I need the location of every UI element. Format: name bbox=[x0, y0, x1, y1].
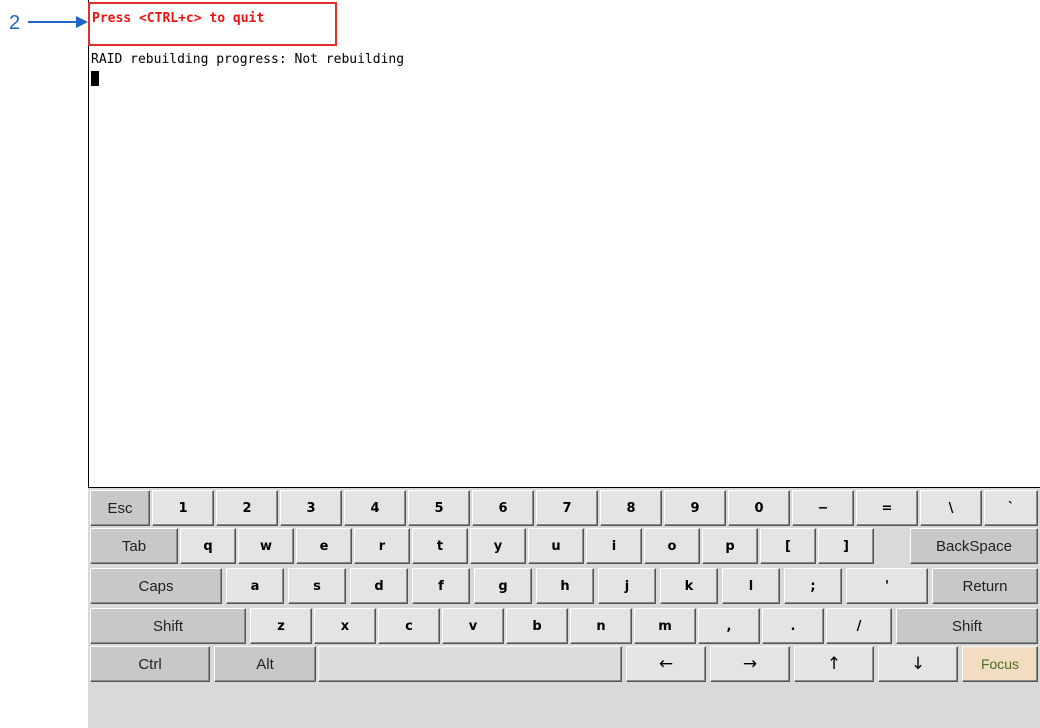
key-j[interactable]: j bbox=[598, 568, 656, 604]
key-ctrl[interactable]: Ctrl bbox=[90, 646, 210, 682]
key-8[interactable]: 8 bbox=[600, 490, 662, 526]
key-c[interactable]: c bbox=[378, 608, 440, 644]
key-d[interactable]: d bbox=[350, 568, 408, 604]
key-4[interactable]: 4 bbox=[344, 490, 406, 526]
key-f[interactable]: f bbox=[412, 568, 470, 604]
key-o[interactable]: o bbox=[644, 528, 700, 564]
terminal-window[interactable] bbox=[88, 0, 1040, 488]
key-up-arrow[interactable]: ↑ bbox=[794, 646, 874, 682]
key-s[interactable]: s bbox=[288, 568, 346, 604]
key-6[interactable]: 6 bbox=[472, 490, 534, 526]
key-left-bracket[interactable]: [ bbox=[760, 528, 816, 564]
key-1[interactable]: 1 bbox=[152, 490, 214, 526]
key-right-arrow[interactable]: → bbox=[710, 646, 790, 682]
key-2[interactable]: 2 bbox=[216, 490, 278, 526]
key-w[interactable]: w bbox=[238, 528, 294, 564]
key-semicolon[interactable]: ; bbox=[784, 568, 842, 604]
key-a[interactable]: a bbox=[226, 568, 284, 604]
key-v[interactable]: v bbox=[442, 608, 504, 644]
key-l[interactable]: l bbox=[722, 568, 780, 604]
key-apostrophe[interactable]: ' bbox=[846, 568, 928, 604]
key-esc[interactable]: Esc bbox=[90, 490, 150, 526]
on-screen-keyboard: Esc 1 2 3 4 5 6 7 8 9 0 − = \ ` Tab q w … bbox=[88, 488, 1040, 728]
key-0[interactable]: 0 bbox=[728, 490, 790, 526]
key-z[interactable]: z bbox=[250, 608, 312, 644]
callout-arrow-icon bbox=[28, 16, 88, 28]
quit-hint: Press <CTRL+c> to quit bbox=[92, 11, 265, 26]
key-caps[interactable]: Caps bbox=[90, 568, 222, 604]
key-t[interactable]: t bbox=[412, 528, 468, 564]
key-shift-left[interactable]: Shift bbox=[90, 608, 246, 644]
key-alt[interactable]: Alt bbox=[214, 646, 316, 682]
key-slash[interactable]: / bbox=[826, 608, 892, 644]
key-e[interactable]: e bbox=[296, 528, 352, 564]
key-backtick[interactable]: ` bbox=[984, 490, 1038, 526]
key-7[interactable]: 7 bbox=[536, 490, 598, 526]
key-return[interactable]: Return bbox=[932, 568, 1038, 604]
key-m[interactable]: m bbox=[634, 608, 696, 644]
key-comma[interactable]: , bbox=[698, 608, 760, 644]
key-9[interactable]: 9 bbox=[664, 490, 726, 526]
key-3[interactable]: 3 bbox=[280, 490, 342, 526]
key-5[interactable]: 5 bbox=[408, 490, 470, 526]
key-r[interactable]: r bbox=[354, 528, 410, 564]
key-focus[interactable]: Focus bbox=[962, 646, 1038, 682]
key-i[interactable]: i bbox=[586, 528, 642, 564]
key-p[interactable]: p bbox=[702, 528, 758, 564]
key-period[interactable]: . bbox=[762, 608, 824, 644]
key-x[interactable]: x bbox=[314, 608, 376, 644]
key-down-arrow[interactable]: ↓ bbox=[878, 646, 958, 682]
key-n[interactable]: n bbox=[570, 608, 632, 644]
key-backspace[interactable]: BackSpace bbox=[910, 528, 1038, 564]
key-minus[interactable]: − bbox=[792, 490, 854, 526]
text-cursor bbox=[91, 71, 99, 86]
key-u[interactable]: u bbox=[528, 528, 584, 564]
key-k[interactable]: k bbox=[660, 568, 718, 604]
key-g[interactable]: g bbox=[474, 568, 532, 604]
key-h[interactable]: h bbox=[536, 568, 594, 604]
key-space[interactable] bbox=[318, 646, 622, 682]
key-b[interactable]: b bbox=[506, 608, 568, 644]
key-y[interactable]: y bbox=[470, 528, 526, 564]
key-backslash[interactable]: \ bbox=[920, 490, 982, 526]
callout-number: 2 bbox=[9, 12, 21, 34]
key-left-arrow[interactable]: ← bbox=[626, 646, 706, 682]
key-tab[interactable]: Tab bbox=[90, 528, 178, 564]
raid-status-line: RAID rebuilding progress: Not rebuilding bbox=[91, 52, 405, 67]
key-q[interactable]: q bbox=[180, 528, 236, 564]
key-right-bracket[interactable]: ] bbox=[818, 528, 874, 564]
key-equals[interactable]: = bbox=[856, 490, 918, 526]
key-shift-right[interactable]: Shift bbox=[896, 608, 1038, 644]
